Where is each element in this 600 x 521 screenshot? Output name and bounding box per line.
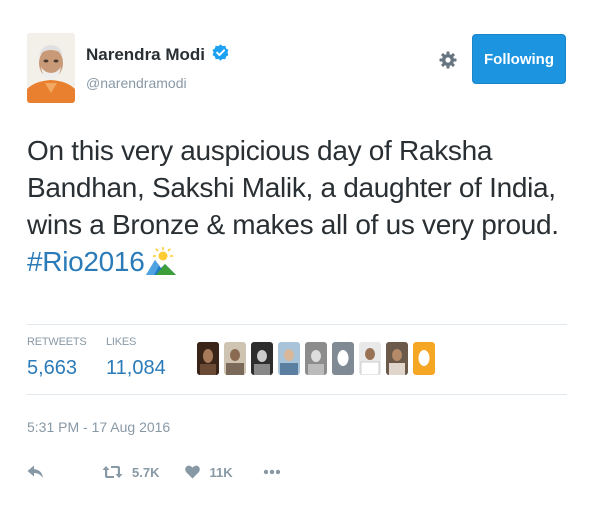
liker-avatar[interactable]: [251, 342, 273, 375]
like-button[interactable]: 11K: [185, 464, 233, 480]
liker-avatar[interactable]: [224, 342, 246, 375]
retweet-count: 5.7K: [132, 464, 160, 480]
liker-avatar[interactable]: [359, 342, 381, 375]
liker-avatar[interactable]: [386, 342, 408, 375]
sunrise-over-mountains-icon: [146, 246, 177, 284]
retweet-button[interactable]: 5.7K: [102, 465, 159, 480]
hashtag-link[interactable]: #Rio2016: [27, 246, 145, 277]
reply-button[interactable]: [27, 465, 44, 479]
tweet-body: On this very auspicious day of Raksha Ba…: [27, 135, 559, 240]
divider: [27, 394, 567, 395]
ellipsis-icon: [263, 469, 281, 475]
reply-icon: [27, 465, 44, 479]
like-count: 11K: [209, 464, 233, 480]
retweets-count: 5,663: [27, 357, 78, 379]
tweet-timestamp[interactable]: 5:31 PM - 17 Aug 2016: [27, 419, 170, 435]
liker-avatar[interactable]: [278, 342, 300, 375]
user-handle[interactable]: @narendramodi: [86, 75, 187, 91]
heart-icon: [185, 465, 201, 479]
user-name-row: Narendra Modi: [86, 44, 229, 66]
verified-badge-icon: [212, 44, 229, 66]
liker-avatar[interactable]: [413, 342, 435, 375]
retweets-stat[interactable]: RETWEETS 5,663: [27, 336, 87, 380]
gear-icon[interactable]: [438, 50, 458, 70]
likers-avatar-list: [197, 342, 440, 375]
retweets-label: RETWEETS: [27, 336, 87, 348]
liker-avatar[interactable]: [305, 342, 327, 375]
tweet-text: On this very auspicious day of Raksha Ba…: [27, 132, 577, 284]
liker-avatar[interactable]: [332, 342, 354, 375]
likes-stat[interactable]: LIKES 11,084: [106, 336, 166, 380]
likes-label: LIKES: [106, 336, 137, 348]
more-options-button[interactable]: [263, 469, 281, 475]
tweet-actions: 5.7K 11K: [27, 460, 281, 484]
liker-avatar[interactable]: [197, 342, 219, 375]
divider: [27, 324, 567, 325]
avatar[interactable]: [27, 33, 75, 103]
retweet-icon: [102, 465, 123, 479]
likes-count: 11,084: [106, 357, 166, 379]
display-name[interactable]: Narendra Modi: [86, 45, 205, 65]
following-button[interactable]: Following: [472, 34, 566, 84]
